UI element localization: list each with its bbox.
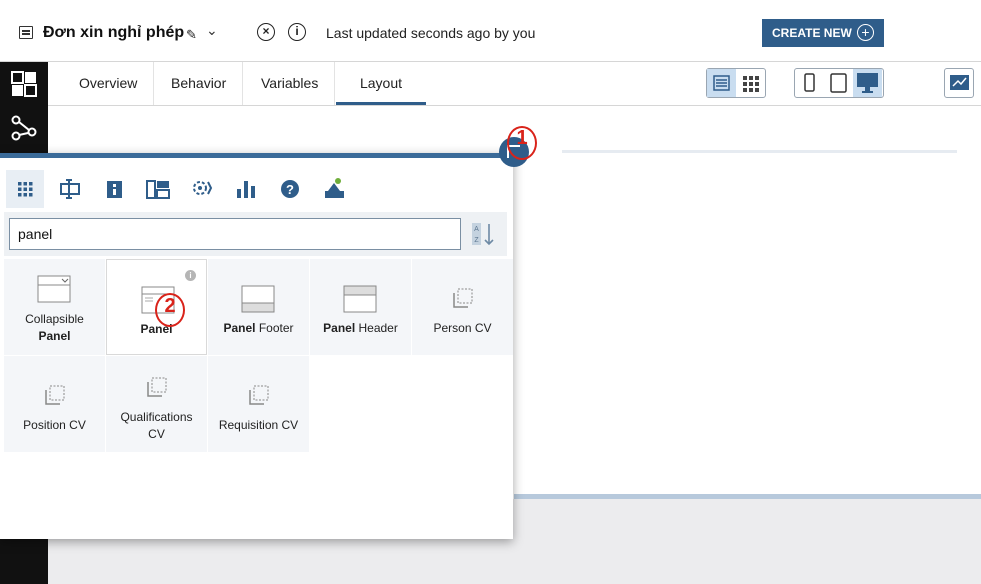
create-new-button[interactable]: CREATE NEW + xyxy=(762,19,884,47)
last-updated-text: Last updated seconds ago by you xyxy=(326,25,536,41)
palette-item-collapsible-panel[interactable]: Collapsible Panel xyxy=(4,259,105,355)
view-toggle xyxy=(706,68,766,98)
dashboard-icon[interactable] xyxy=(10,70,38,98)
document-icon xyxy=(19,26,33,39)
sort-icon[interactable]: AZ xyxy=(468,218,498,250)
item-label: Panel Header xyxy=(323,321,398,335)
annotation-marker-2: 2 xyxy=(155,291,185,327)
tablet-icon[interactable] xyxy=(824,69,853,97)
item-label: Qualifications CV xyxy=(120,410,193,441)
top-bar: Đơn xin nghỉ phép ✎ ⌄ × i Last updated s… xyxy=(0,0,981,62)
palette-popup: ? AZ CollapsiblePanel i Panel xyxy=(0,153,513,539)
info-icon[interactable]: i xyxy=(288,23,306,41)
edit-pencil-icon[interactable]: ✎ xyxy=(186,27,197,43)
desktop-icon[interactable] xyxy=(853,69,882,97)
input-icon[interactable] xyxy=(51,170,89,208)
info-icon[interactable]: i xyxy=(185,270,196,281)
tab-overview[interactable]: Overview xyxy=(63,62,155,105)
annotation-marker-1: 1 xyxy=(507,124,537,160)
collapsible-panel-icon xyxy=(37,275,71,303)
page-title[interactable]: Đơn xin nghỉ phép xyxy=(43,24,184,42)
palette-item-requisition-cv[interactable]: Requisition CV xyxy=(208,356,309,452)
item-label: Person CV xyxy=(433,321,492,335)
item-label: Requisition CV xyxy=(218,418,299,432)
palette-search-input[interactable] xyxy=(9,218,461,250)
palette-search-row: AZ xyxy=(4,212,507,256)
coach-view-icon xyxy=(45,385,65,405)
grid-icon[interactable] xyxy=(6,170,44,208)
item-label: Panel Footer xyxy=(223,321,294,335)
palette-tabs: ? xyxy=(0,166,513,216)
phone-icon[interactable] xyxy=(795,69,824,97)
palette-item-qualifications-cv[interactable]: Qualifications CV xyxy=(106,356,207,452)
gears-icon[interactable] xyxy=(183,170,221,208)
tab-bar: Overview Behavior Variables Layout xyxy=(48,62,981,106)
coach-view-icon xyxy=(453,288,473,308)
coach-view-icon xyxy=(147,377,167,397)
palette-item-person-cv[interactable]: Person CV xyxy=(412,259,513,355)
tab-layout[interactable]: Layout xyxy=(336,62,426,105)
panel-header-icon xyxy=(343,285,377,313)
close-icon[interactable]: × xyxy=(257,23,275,41)
item-label: Position CV xyxy=(23,418,86,432)
panel-footer-icon xyxy=(241,285,275,313)
palette-item-position-cv[interactable]: Position CV xyxy=(4,356,105,452)
grid-view-icon[interactable] xyxy=(736,69,765,97)
tab-behavior[interactable]: Behavior xyxy=(155,62,244,105)
coach-view-icon xyxy=(249,385,269,405)
list-view-icon[interactable] xyxy=(707,69,736,97)
tab-variables[interactable]: Variables xyxy=(245,62,336,105)
svg-text:Z: Z xyxy=(474,237,479,244)
preview-toggle xyxy=(944,68,974,98)
help-icon[interactable]: ? xyxy=(271,170,309,208)
chevron-down-icon[interactable]: ⌄ xyxy=(206,22,218,39)
item-label: Collapsible Panel xyxy=(25,312,84,343)
custom-icon[interactable] xyxy=(315,170,353,208)
flow-icon[interactable] xyxy=(10,114,38,142)
preview-icon[interactable] xyxy=(945,69,974,97)
plus-circle-icon: + xyxy=(857,24,874,41)
drop-zone-line xyxy=(562,150,957,153)
device-toggle xyxy=(794,68,884,98)
create-new-label: CREATE NEW xyxy=(772,26,852,40)
svg-text:?: ? xyxy=(286,182,294,197)
chart-icon[interactable] xyxy=(227,170,265,208)
palette-item-panel-footer[interactable]: Panel Footer xyxy=(208,259,309,355)
palette-item-panel-header[interactable]: Panel Header xyxy=(310,259,411,355)
svg-text:A: A xyxy=(474,226,479,233)
layout-icon[interactable] xyxy=(139,170,177,208)
info-block-icon[interactable] xyxy=(95,170,133,208)
